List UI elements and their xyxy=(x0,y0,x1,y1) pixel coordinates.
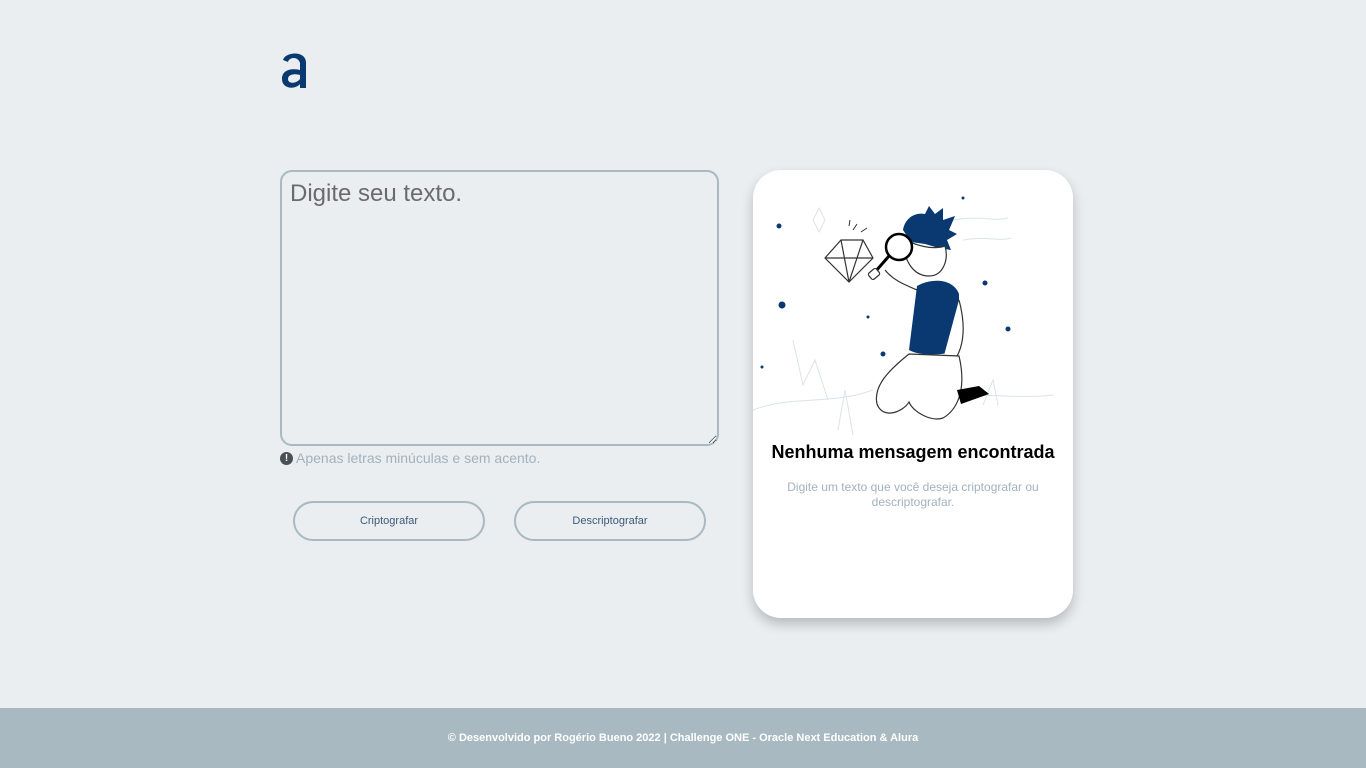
encrypt-button[interactable]: Criptografar xyxy=(293,501,485,541)
decrypt-button[interactable]: Descriptografar xyxy=(514,501,706,541)
message-input[interactable] xyxy=(280,170,719,446)
text-input-container xyxy=(280,170,719,446)
exclamation-circle-icon: ! xyxy=(280,451,293,465)
hint-text: Apenas letras minúculas e sem acento. xyxy=(296,450,541,466)
input-hint: ! Apenas letras minúculas e sem acento. xyxy=(280,450,540,466)
output-description: Digite um texto que você deseja criptogr… xyxy=(787,480,1039,509)
footer: © Desenvolvido por Rogério Bueno 2022 | … xyxy=(0,708,1366,768)
footer-text: © Desenvolvido por Rogério Bueno 2022 | … xyxy=(447,732,919,744)
output-card: Nenhuma mensagem encontrada Digite um te… xyxy=(753,170,1073,618)
output-title: Nenhuma mensagem encontrada xyxy=(771,442,1055,462)
alura-logo-icon[interactable] xyxy=(279,48,311,92)
person-magnifying-glass-illustration xyxy=(753,196,1054,436)
